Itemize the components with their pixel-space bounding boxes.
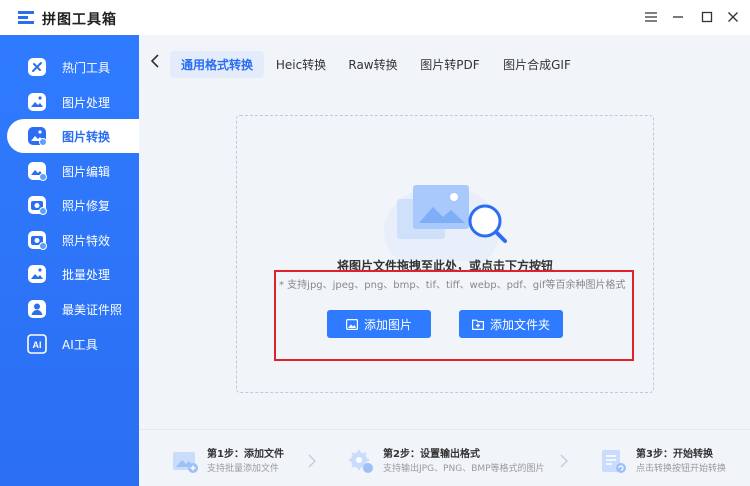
sidebar-item-label: 照片特效 xyxy=(62,234,111,248)
tab-raw-convert[interactable]: Raw转换 xyxy=(340,51,406,78)
image-processing-icon xyxy=(28,93,46,111)
tab-image-to-gif[interactable]: 图片合成GIF xyxy=(494,51,580,78)
settings-step-icon xyxy=(349,450,373,473)
chevron-right-icon xyxy=(308,454,316,468)
app-title: 拼图工具箱 xyxy=(42,12,117,28)
svg-text:AI: AI xyxy=(33,340,42,350)
sidebar-item-label: 批量处理 xyxy=(62,268,111,282)
image-convert-icon xyxy=(28,127,47,146)
step-3-title: 第3步：开始转换 xyxy=(636,449,713,460)
image-search-illustration xyxy=(384,185,507,261)
tab-heic-convert[interactable]: Heic转换 xyxy=(266,51,336,78)
photo-effects-icon xyxy=(28,231,47,250)
add-folder-button[interactable]: 添加文件夹 xyxy=(459,310,563,338)
batch-process-icon xyxy=(28,265,46,283)
sidebar-item-photo-effects[interactable]: 照片特效 xyxy=(0,223,139,257)
back-arrow-icon[interactable] xyxy=(145,51,165,71)
sidebar: 热门工具 图片处理 图片转换 图片编辑 照片修复 照片特效 批量处理 最美证件照… xyxy=(0,35,139,486)
maximize-icon[interactable] xyxy=(696,7,718,27)
chevron-right-icon xyxy=(560,454,568,468)
step-3-desc: 点击转换按钮开始转换 xyxy=(636,464,727,474)
sidebar-item-label: 照片修复 xyxy=(62,199,111,213)
ai-tools-icon: AI xyxy=(27,334,47,354)
step-2-desc: 支持输出JPG、PNG、BMP等格式的图片 xyxy=(383,464,545,474)
id-photo-icon xyxy=(28,300,46,318)
step-1-desc: 支持批量添加文件 xyxy=(207,464,280,474)
photo-repair-icon xyxy=(28,196,47,215)
sidebar-item-label: 热门工具 xyxy=(62,61,111,75)
sidebar-item-label: 图片处理 xyxy=(62,96,111,110)
tab-image-to-pdf[interactable]: 图片转PDF xyxy=(412,51,488,78)
hot-tools-icon xyxy=(28,58,46,76)
close-icon[interactable] xyxy=(722,7,744,27)
add-image-label: 添加图片 xyxy=(363,317,412,332)
app-logo-icon xyxy=(18,11,34,24)
sidebar-item-photo-repair[interactable]: 照片修复 xyxy=(0,188,139,222)
minimize-icon[interactable] xyxy=(667,7,689,27)
sidebar-item-id-photo[interactable]: 最美证件照 xyxy=(0,292,139,326)
add-file-step-icon xyxy=(173,452,198,473)
sidebar-item-hot-tools[interactable]: 热门工具 xyxy=(0,50,139,84)
sidebar-item-label: 图片转换 xyxy=(62,130,111,144)
supported-formats-text: * 支持jpg、jpeg、png、bmp、tif、tiff、webp、pdf、g… xyxy=(279,280,626,291)
sidebar-item-ai-tools[interactable]: AI AI工具 xyxy=(0,327,139,361)
steps-bar: 第1步：添加文件 支持批量添加文件 第2步：设置输出格式 支持输出JPG、PNG… xyxy=(139,429,750,486)
main-panel: 通用格式转换 Heic转换 Raw转换 图片转PDF 图片合成GIF 将图片文件… xyxy=(139,35,750,486)
tab-general-format-convert[interactable]: 通用格式转换 xyxy=(170,51,264,78)
sidebar-item-image-edit[interactable]: 图片编辑 xyxy=(0,154,139,188)
image-icon xyxy=(345,318,358,330)
image-edit-icon xyxy=(28,162,47,181)
step-2-title: 第2步：设置输出格式 xyxy=(383,449,480,460)
sidebar-item-image-processing[interactable]: 图片处理 xyxy=(0,85,139,119)
sidebar-item-label: 最美证件照 xyxy=(62,303,123,317)
sidebar-item-label: 图片编辑 xyxy=(62,165,111,179)
folder-add-icon xyxy=(471,319,484,330)
step-1-title: 第1步：添加文件 xyxy=(207,449,284,460)
menu-icon[interactable] xyxy=(640,7,662,27)
drop-zone[interactable]: 将图片文件拖拽至此处，或点击下方按钮 * 支持jpg、jpeg、png、bmp、… xyxy=(236,115,654,393)
sidebar-item-image-convert[interactable]: 图片转换 xyxy=(7,119,139,153)
start-convert-step-icon xyxy=(602,450,626,473)
sidebar-item-batch-process[interactable]: 批量处理 xyxy=(0,257,139,291)
add-folder-label: 添加文件夹 xyxy=(489,317,550,332)
title-bar: 拼图工具箱 xyxy=(0,0,750,35)
sidebar-item-label: AI工具 xyxy=(62,338,98,352)
add-image-button[interactable]: 添加图片 xyxy=(327,310,431,338)
